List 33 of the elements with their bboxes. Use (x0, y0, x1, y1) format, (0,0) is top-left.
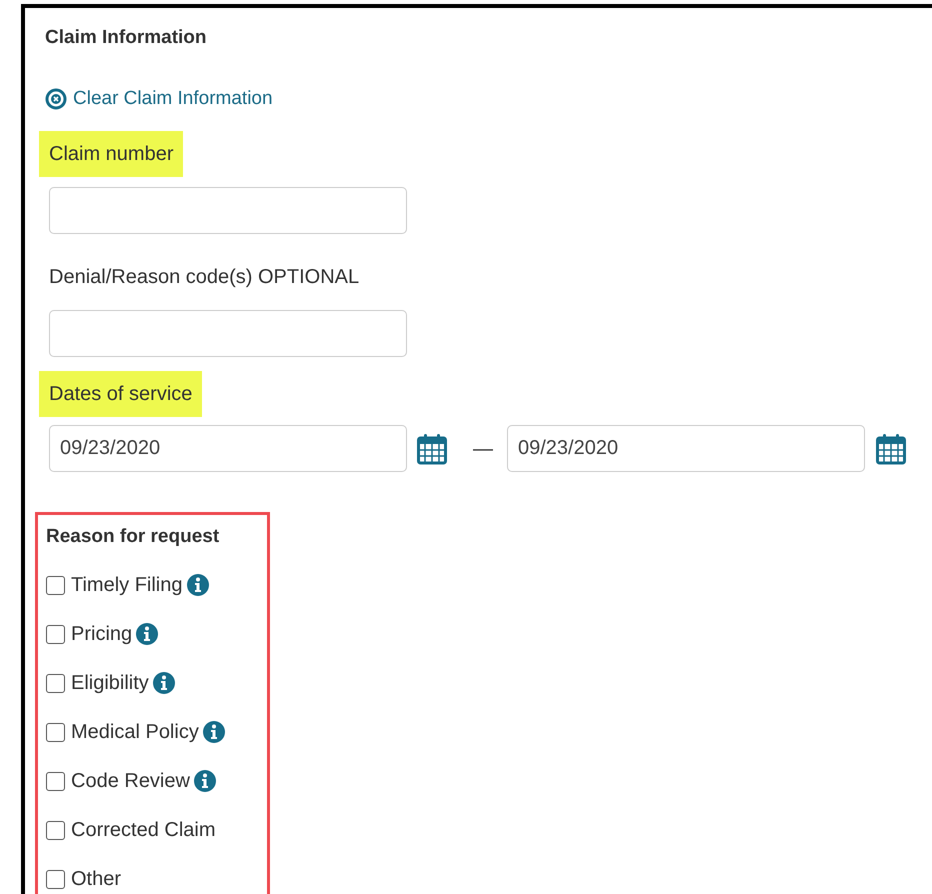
checkbox-label: Eligibility (71, 671, 149, 696)
info-icon[interactable] (136, 623, 158, 645)
checkbox[interactable] (46, 722, 65, 742)
section-title: Claim Information (45, 26, 208, 50)
checkbox[interactable] (46, 870, 65, 888)
range-separator: — (473, 436, 493, 462)
info-icon[interactable] (194, 770, 216, 792)
checkbox[interactable] (46, 674, 65, 692)
text-field[interactable] (49, 310, 407, 357)
calendar-icon[interactable] (417, 432, 447, 464)
checkbox-label: Other (71, 867, 122, 892)
checkbox[interactable] (46, 772, 65, 790)
info-icon[interactable] (152, 672, 175, 694)
checkbox[interactable] (46, 820, 65, 840)
group-title: Reason for request (46, 525, 220, 549)
info-icon[interactable] (202, 721, 225, 743)
checkbox[interactable] (46, 624, 65, 644)
close-circle-icon (45, 88, 67, 110)
checkbox-label: Corrected Claim (71, 818, 216, 843)
checkbox-label: Timely Filing (71, 573, 182, 598)
checkbox[interactable] (46, 576, 65, 594)
field-label: Dates of service (39, 371, 202, 417)
checkbox-label: Pricing (71, 622, 132, 647)
field-label: Denial/Reason code(s) OPTIONAL (48, 265, 360, 290)
calendar-icon[interactable] (876, 432, 906, 464)
clear-link[interactable]: Clear Claim Information (45, 84, 273, 113)
date-field[interactable]: 09/23/2020 (49, 425, 407, 472)
info-icon[interactable] (186, 574, 208, 596)
text-field[interactable] (49, 187, 407, 234)
field-label: Claim number (39, 131, 184, 177)
checkbox-label: Code Review (71, 769, 190, 794)
date-field[interactable]: 09/23/2020 (507, 425, 865, 472)
checkbox-label: Medical Policy (71, 720, 199, 745)
